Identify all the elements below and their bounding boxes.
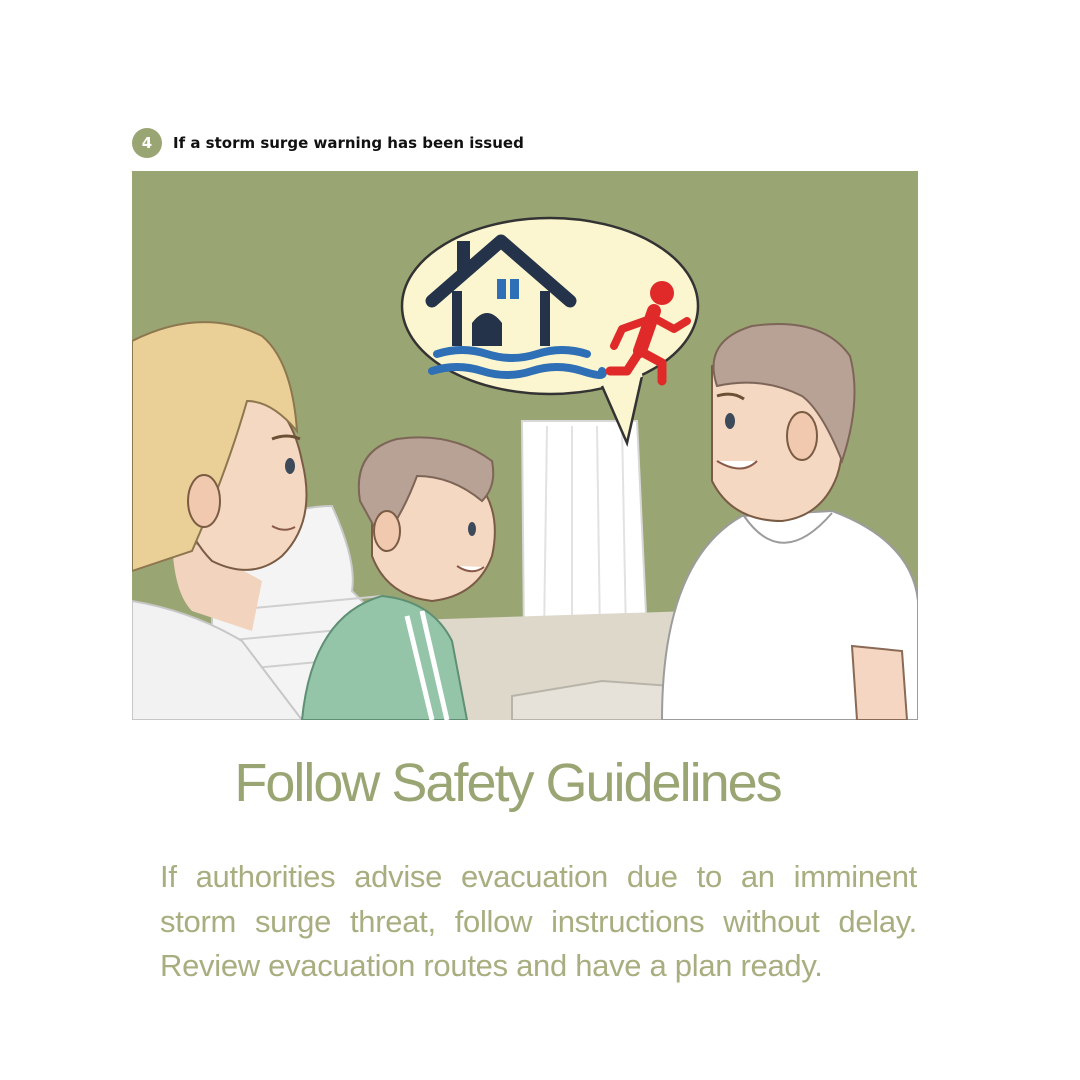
curtain xyxy=(520,420,649,643)
body-paragraph: If authorities advise evacuation due to … xyxy=(160,859,917,983)
evacuation-illustration xyxy=(132,171,918,720)
step-title: If a storm surge warning has been issued xyxy=(173,134,524,152)
page-heading: Follow Safety Guidelines xyxy=(234,753,782,813)
step-header: 4 If a storm surge warning has been issu… xyxy=(132,128,524,158)
step-number-badge: 4 xyxy=(132,128,162,158)
